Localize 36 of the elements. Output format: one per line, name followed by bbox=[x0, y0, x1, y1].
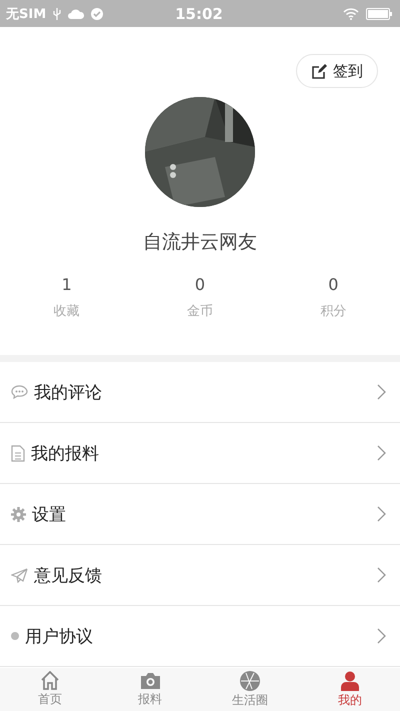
chevron-right-icon bbox=[377, 445, 386, 461]
checkin-button[interactable]: 签到 bbox=[296, 54, 378, 88]
tab[interactable]: 我的 bbox=[300, 668, 400, 711]
chevron-right-icon bbox=[377, 628, 386, 644]
aperture-icon bbox=[240, 670, 260, 690]
menu-item[interactable]: 用户协议 bbox=[0, 606, 400, 667]
wifi-icon bbox=[343, 8, 359, 20]
gear-icon bbox=[11, 506, 26, 522]
stat-label: 金币 bbox=[186, 303, 213, 320]
carrier-text: 无SIM bbox=[6, 6, 46, 22]
clock-text: 15:02 bbox=[175, 4, 223, 22]
paper-plane-icon bbox=[11, 568, 28, 582]
home-icon bbox=[40, 671, 60, 690]
chevron-right-icon bbox=[377, 384, 386, 400]
menu-item[interactable]: 设置 bbox=[0, 484, 400, 545]
stat-value: 0 bbox=[328, 275, 338, 294]
menu-item[interactable]: 我的评论 bbox=[0, 362, 400, 423]
battery-icon bbox=[366, 8, 392, 20]
menu-item[interactable]: 意见反馈 bbox=[0, 545, 400, 606]
stat-value: 1 bbox=[62, 275, 72, 294]
menu-item[interactable]: 我的报料 bbox=[0, 423, 400, 484]
user-name: 自流井云网友 bbox=[143, 230, 257, 255]
cloud-icon bbox=[68, 8, 84, 19]
chevron-right-icon bbox=[377, 567, 386, 583]
camera-icon bbox=[140, 672, 160, 690]
document-icon bbox=[11, 444, 25, 462]
person-icon bbox=[340, 670, 360, 690]
stat-label: 收藏 bbox=[54, 303, 80, 320]
check-circle-icon bbox=[91, 8, 104, 20]
dot-icon bbox=[11, 632, 19, 640]
stat-value: 0 bbox=[194, 275, 206, 294]
speech-bubble-icon bbox=[11, 385, 28, 399]
chevron-right-icon bbox=[377, 506, 386, 522]
usb-icon bbox=[53, 8, 62, 20]
edit-icon bbox=[311, 62, 328, 80]
stat-label: 积分 bbox=[320, 303, 346, 320]
